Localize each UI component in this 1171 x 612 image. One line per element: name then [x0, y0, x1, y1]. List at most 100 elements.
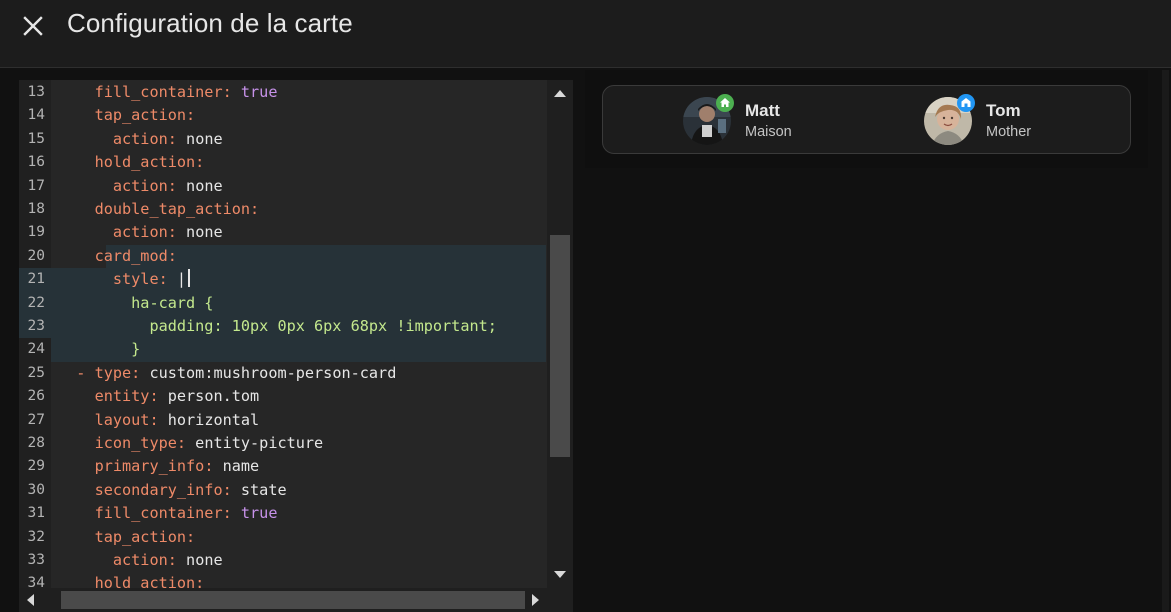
yaml-key: type — [94, 363, 132, 382]
yaml-key: action — [112, 129, 168, 148]
code-text: secondary_info: state — [58, 479, 287, 502]
code-line[interactable]: 18 double_tap_action: — [19, 198, 546, 221]
code-text: action: none — [58, 128, 223, 151]
yaml-value: none — [186, 223, 223, 242]
yaml-key: fill_container — [94, 504, 223, 523]
code-line[interactable]: 13 fill_container: true — [19, 81, 546, 104]
code-line[interactable]: 29 primary_info: name — [19, 455, 546, 478]
code-line[interactable]: 25 - type: custom:mushroom-person-card — [19, 362, 546, 385]
page-scrollbar[interactable] — [1162, 70, 1169, 612]
code-line[interactable]: 21 style: | — [19, 268, 546, 292]
code-text: double_tap_action: — [58, 198, 260, 221]
code-line[interactable]: 32 tap_action: — [19, 526, 546, 549]
line-number: 17 — [27, 177, 45, 194]
line-number: 20 — [27, 247, 45, 264]
code-line[interactable]: 22 ha-card { — [19, 291, 546, 315]
code-text: entity: person.tom — [58, 385, 260, 408]
yaml-key: hold_action — [94, 153, 196, 172]
vertical-scrollbar[interactable] — [547, 80, 573, 588]
yaml-value: name — [222, 457, 260, 476]
code-indent: - — [58, 363, 95, 382]
line-number: 24 — [27, 341, 45, 358]
line-number: 28 — [27, 435, 45, 451]
yaml-value: custom:mushroom-person-card — [149, 363, 397, 382]
code-line[interactable]: 23 padding: 10px 0px 6px 68px !important… — [19, 315, 546, 339]
code-line[interactable]: 34 hold_action: — [19, 572, 546, 588]
yaml-key: action — [112, 551, 168, 569]
yaml-value: state — [240, 480, 287, 499]
text-cursor — [188, 269, 190, 288]
code-line[interactable]: 26 entity: person.tom — [19, 385, 546, 408]
yaml-key: action — [112, 223, 168, 242]
yaml-separator: : — [222, 83, 241, 101]
line-number: 13 — [27, 84, 45, 100]
yaml-value: true — [240, 504, 278, 523]
dialog-header: Configuration de la carte — [0, 0, 1171, 68]
line-number: 33 — [27, 552, 45, 568]
code-line[interactable]: 30 secondary_info: state — [19, 479, 546, 502]
yaml-separator: : — [195, 574, 205, 588]
person-state: Mother — [986, 124, 1032, 140]
horizontal-scrollbar[interactable] — [19, 588, 547, 612]
yaml-key: style — [112, 270, 159, 289]
code-line[interactable]: 33 action: none — [19, 549, 546, 572]
code-text: hold_action: — [58, 151, 205, 174]
yaml-code-editor[interactable]: 13 fill_container: true 14 tap_action: 15 … — [19, 80, 573, 612]
line-number: 34 — [27, 575, 45, 588]
vertical-scroll-thumb[interactable] — [550, 235, 570, 457]
yaml-separator: : — [167, 246, 177, 265]
line-number: 31 — [27, 505, 45, 522]
yaml-separator: : — [250, 200, 260, 218]
horizontal-scroll-thumb[interactable] — [61, 591, 525, 609]
code-line[interactable]: 31 fill_container: true — [19, 502, 546, 525]
line-number: 22 — [27, 294, 45, 311]
close-icon — [23, 16, 43, 36]
line-number: 30 — [27, 481, 45, 498]
line-number: 32 — [27, 528, 45, 545]
yaml-key: entity — [94, 387, 150, 406]
scroll-up-arrow-icon[interactable] — [554, 90, 566, 97]
code-line[interactable]: 19 action: none — [19, 221, 546, 244]
code-text: tap_action: — [58, 526, 196, 549]
code-text: fill_container: true — [58, 81, 278, 104]
code-line[interactable]: 15 action: none — [19, 128, 546, 151]
yaml-value: none — [186, 176, 223, 195]
yaml-separator: : — [195, 153, 205, 172]
code-line[interactable]: 27 layout: horizontal — [19, 409, 546, 432]
scroll-down-arrow-icon[interactable] — [554, 571, 566, 578]
yaml-value: ha-card { — [131, 293, 214, 312]
scroll-right-arrow-icon[interactable] — [532, 594, 539, 606]
code-text: layout: horizontal — [58, 409, 260, 432]
line-number: 15 — [27, 130, 45, 147]
code-text: icon_type: entity-picture — [58, 432, 324, 455]
person-chips-card[interactable]: Matt Maison Tom Mother — [602, 85, 1131, 154]
yaml-separator: : — [167, 176, 187, 195]
yaml-separator: : — [186, 106, 196, 125]
code-line[interactable]: 20 card_mod: — [19, 244, 546, 269]
code-line[interactable]: 28 icon_type: entity-picture — [19, 432, 546, 455]
line-number: 21 — [27, 271, 45, 288]
line-number: 26 — [27, 388, 45, 405]
code-line[interactable]: 24 } — [19, 338, 546, 363]
code-line[interactable]: 14 tap_action: — [19, 104, 546, 127]
line-number: 14 — [27, 107, 45, 124]
code-area[interactable]: 13 fill_container: true 14 tap_action: 15 … — [19, 80, 546, 588]
scroll-left-arrow-icon[interactable] — [27, 594, 34, 606]
line-number: 25 — [27, 364, 45, 381]
code-line[interactable]: 16 hold_action: — [19, 151, 546, 174]
code-line[interactable]: 17 action: none — [19, 175, 546, 198]
yaml-key: tap_action — [94, 106, 187, 125]
yaml-separator: : — [131, 363, 150, 382]
yaml-key: tap_action — [94, 527, 187, 546]
yaml-separator: : — [186, 527, 196, 546]
close-button[interactable] — [18, 11, 48, 41]
